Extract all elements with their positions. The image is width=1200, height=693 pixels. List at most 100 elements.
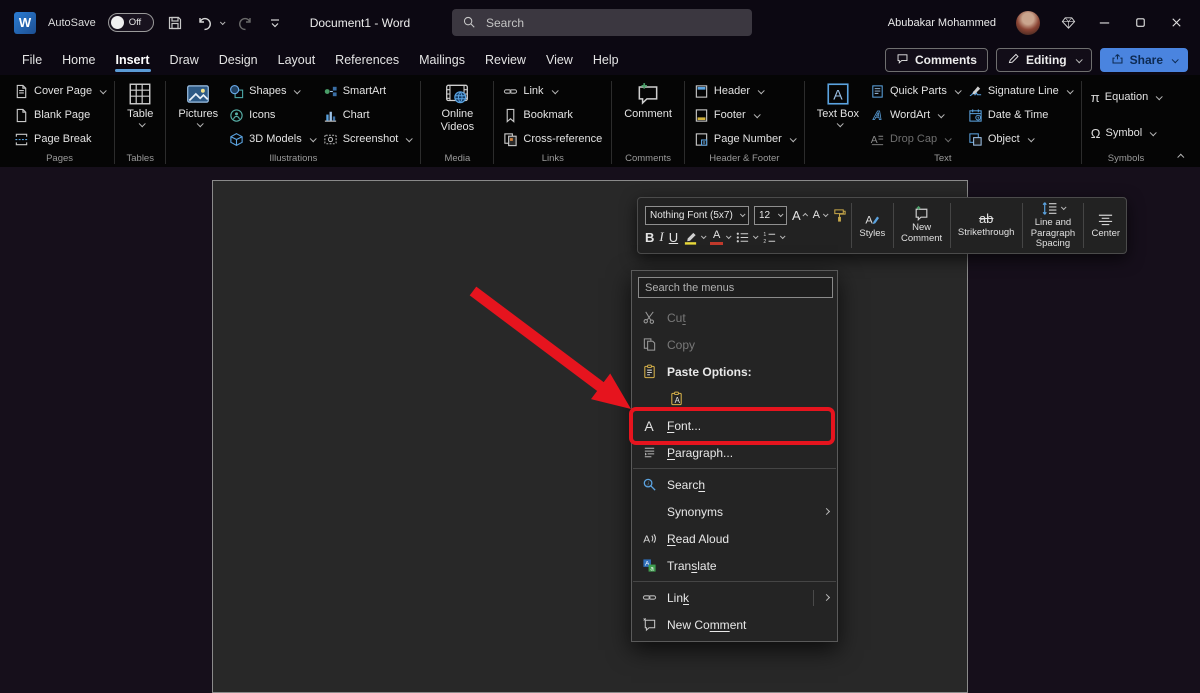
group-illustrations: Pictures Shapes Icons 3D Models bbox=[171, 78, 415, 167]
tab-insert[interactable]: Insert bbox=[106, 47, 160, 73]
symbol-button[interactable]: Ω Symbol bbox=[1087, 123, 1165, 144]
icons-button[interactable]: Icons bbox=[225, 105, 319, 126]
italic-button[interactable]: I bbox=[659, 229, 663, 245]
new-comment-button[interactable]: New Comment bbox=[896, 198, 948, 253]
smartart-button[interactable]: SmartArt bbox=[319, 81, 416, 102]
wordart-button[interactable]: A WordArt bbox=[866, 105, 964, 126]
mini-toolbar: Nothing Font (5x7) 12 A A B I U A bbox=[637, 197, 1127, 254]
tab-draw[interactable]: Draw bbox=[160, 47, 209, 73]
tab-file[interactable]: File bbox=[12, 47, 52, 73]
cover-page-button[interactable]: Cover Page bbox=[10, 81, 109, 102]
signature-line-button[interactable]: Signature Line bbox=[964, 81, 1076, 102]
keep-text-only-icon: A bbox=[667, 391, 685, 406]
redo-icon[interactable] bbox=[236, 14, 254, 32]
bold-button[interactable]: B bbox=[645, 230, 654, 245]
center-button[interactable]: Center bbox=[1086, 198, 1127, 253]
menu-item-cut[interactable]: Cut bbox=[632, 304, 837, 331]
comment-button[interactable]: Comment bbox=[617, 78, 679, 152]
tab-layout[interactable]: Layout bbox=[268, 47, 326, 73]
strikethrough-button[interactable]: ab Strikethrough bbox=[952, 198, 1021, 253]
quick-parts-icon bbox=[870, 84, 885, 99]
save-icon[interactable] bbox=[166, 14, 184, 32]
menu-item-copy[interactable]: Copy bbox=[632, 331, 837, 358]
menu-item-font[interactable]: A Font... bbox=[632, 412, 837, 439]
page-number-button[interactable]: Page Number bbox=[690, 129, 799, 150]
line-spacing-button[interactable]: Line and Paragraph Spacing bbox=[1025, 198, 1081, 253]
blank-page-icon bbox=[14, 108, 29, 123]
tab-review[interactable]: Review bbox=[475, 47, 536, 73]
editing-button[interactable]: Editing bbox=[996, 48, 1092, 72]
menu-item-synonyms[interactable]: Synonyms bbox=[632, 498, 837, 525]
avatar[interactable] bbox=[1016, 11, 1040, 35]
minimize-button[interactable] bbox=[1096, 15, 1112, 31]
tab-help[interactable]: Help bbox=[583, 47, 629, 73]
blank-page-button[interactable]: Blank Page bbox=[10, 105, 109, 126]
format-painter-icon[interactable] bbox=[832, 208, 847, 223]
comments-button[interactable]: Comments bbox=[885, 48, 988, 72]
tab-mailings[interactable]: Mailings bbox=[409, 47, 475, 73]
chart-button[interactable]: Chart bbox=[319, 105, 416, 126]
autosave-toggle[interactable]: Off bbox=[108, 13, 154, 32]
page-break-button[interactable]: Page Break bbox=[10, 129, 109, 150]
drop-cap-button[interactable]: A Drop Cap bbox=[866, 129, 964, 150]
footer-button[interactable]: Footer bbox=[690, 105, 799, 126]
quick-parts-button[interactable]: Quick Parts bbox=[866, 81, 964, 102]
shrink-font-button[interactable]: A bbox=[813, 209, 827, 221]
close-button[interactable] bbox=[1168, 15, 1184, 31]
collapse-ribbon-icon[interactable] bbox=[1177, 154, 1184, 161]
equation-button[interactable]: π Equation bbox=[1087, 87, 1165, 108]
document-page[interactable] bbox=[212, 180, 968, 693]
header-button[interactable]: Header bbox=[690, 81, 799, 102]
quick-access-overflow-icon[interactable] bbox=[266, 14, 284, 32]
share-button[interactable]: Share bbox=[1100, 48, 1188, 72]
date-time-button[interactable]: Date & Time bbox=[964, 105, 1076, 126]
pictures-button[interactable]: Pictures bbox=[171, 78, 225, 152]
undo-icon[interactable] bbox=[196, 14, 214, 32]
screenshot-button[interactable]: Screenshot bbox=[319, 129, 416, 150]
3d-models-button[interactable]: 3D Models bbox=[225, 129, 319, 150]
tab-design[interactable]: Design bbox=[209, 47, 268, 73]
tab-references[interactable]: References bbox=[325, 47, 409, 73]
menu-item-link[interactable]: Link bbox=[632, 584, 837, 611]
bullets-button[interactable] bbox=[735, 230, 757, 245]
menu-separator bbox=[633, 468, 836, 469]
text-box-button[interactable]: A Text Box bbox=[810, 78, 866, 152]
menu-search-input[interactable] bbox=[638, 277, 833, 298]
link-button[interactable]: Link bbox=[499, 81, 606, 102]
3d-models-icon bbox=[229, 132, 244, 147]
bookmark-icon bbox=[503, 108, 518, 123]
user-name[interactable]: Abubakar Mohammed bbox=[888, 17, 996, 29]
maximize-button[interactable] bbox=[1132, 15, 1148, 31]
tab-home[interactable]: Home bbox=[52, 47, 105, 73]
gem-icon[interactable] bbox=[1060, 15, 1076, 31]
font-size-select[interactable]: 12 bbox=[754, 206, 787, 225]
grow-font-button[interactable]: A bbox=[792, 208, 808, 223]
link-icon bbox=[640, 590, 658, 605]
word-window: W AutoSave Off Document1 - Word Abubakar… bbox=[0, 0, 1200, 693]
menu-item-translate[interactable]: Aa Translate bbox=[632, 552, 837, 579]
search-input[interactable] bbox=[452, 9, 752, 36]
paste-icon bbox=[640, 364, 658, 379]
styles-button[interactable]: A Styles bbox=[853, 198, 891, 253]
shapes-button[interactable]: Shapes bbox=[225, 81, 319, 102]
highlight-color-button[interactable] bbox=[683, 230, 705, 245]
online-videos-button[interactable]: Online Videos bbox=[426, 78, 488, 152]
font-color-button[interactable]: A bbox=[710, 230, 730, 245]
word-logo-icon[interactable]: W bbox=[14, 12, 36, 34]
menu-item-new-comment[interactable]: New Comment bbox=[632, 611, 837, 638]
menu-item-search[interactable]: i Search bbox=[632, 471, 837, 498]
font-name-select[interactable]: Nothing Font (5x7) bbox=[645, 206, 749, 225]
toggle-knob-icon bbox=[111, 16, 124, 29]
undo-chevron-icon[interactable] bbox=[220, 19, 226, 25]
menu-item-read-aloud[interactable]: A Read Aloud bbox=[632, 525, 837, 552]
numbering-button[interactable]: 12 bbox=[762, 230, 784, 245]
table-button[interactable]: Table bbox=[120, 78, 160, 152]
menu-item-paragraph[interactable]: Paragraph... bbox=[632, 439, 837, 466]
bookmark-button[interactable]: Bookmark bbox=[499, 105, 606, 126]
cross-reference-button[interactable]: Cross-reference bbox=[499, 129, 606, 150]
tab-view[interactable]: View bbox=[536, 47, 583, 73]
paste-option-keep-text-only[interactable]: A bbox=[632, 385, 837, 412]
object-button[interactable]: Object bbox=[964, 129, 1076, 150]
underline-button[interactable]: U bbox=[669, 230, 678, 245]
line-spacing-icon bbox=[1041, 200, 1058, 217]
